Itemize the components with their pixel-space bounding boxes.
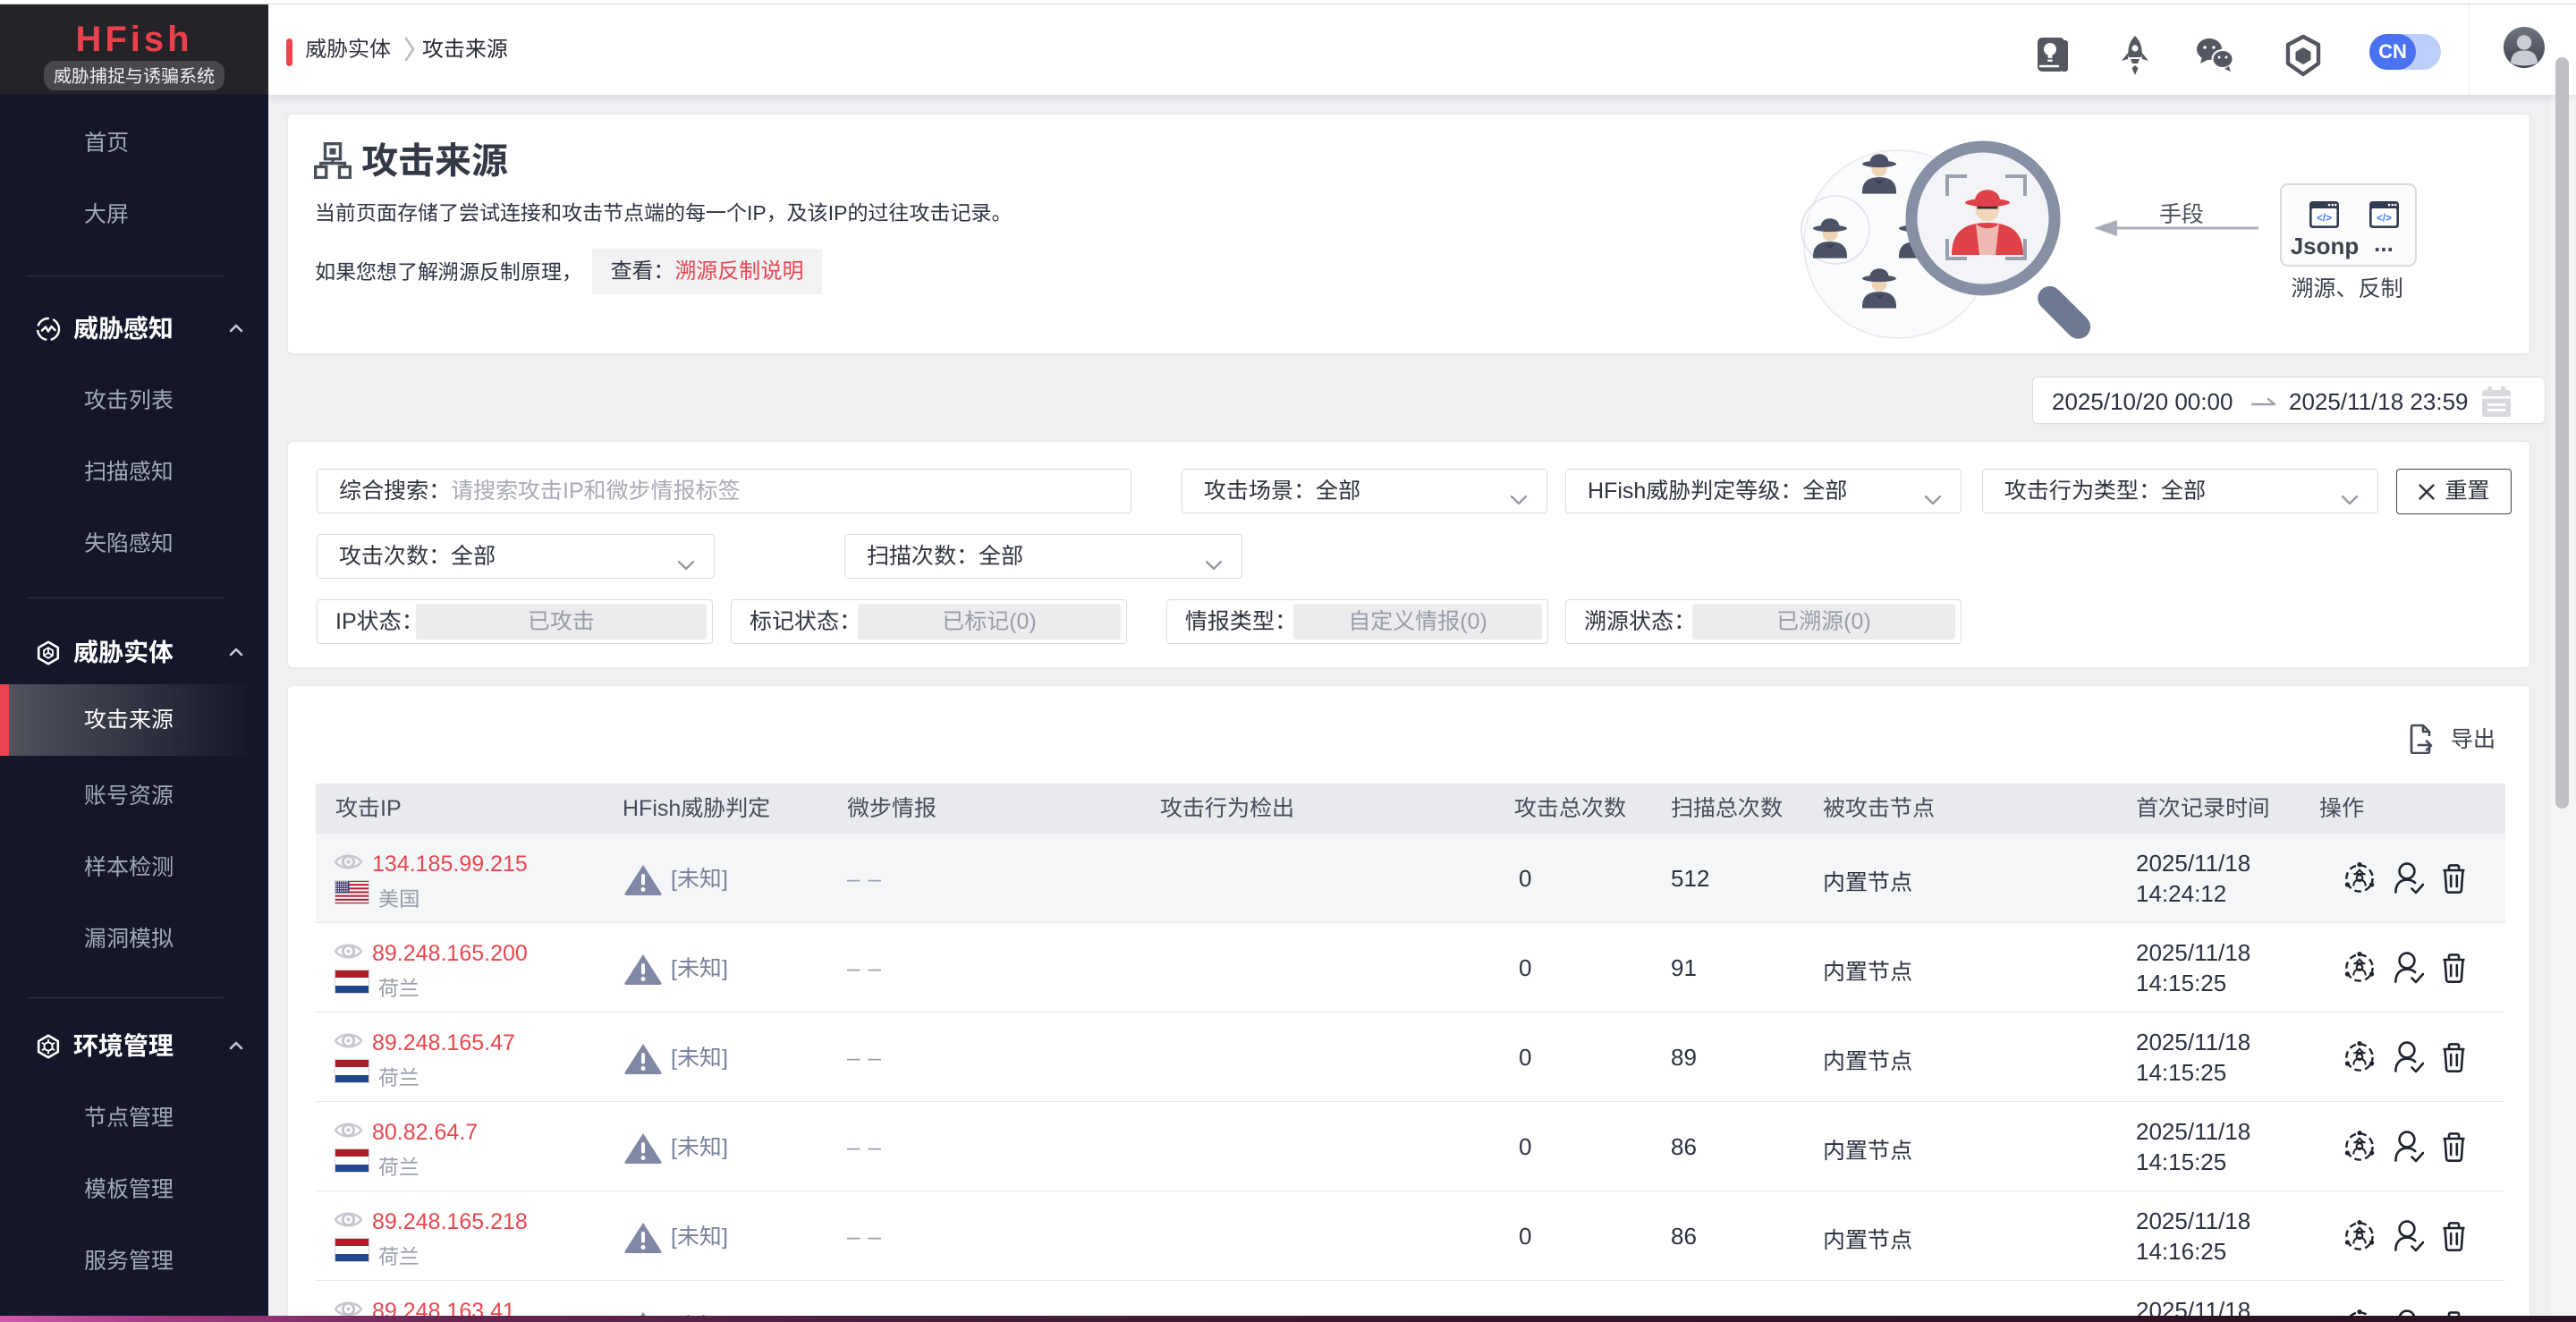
svg-text:</>: </> — [2377, 214, 2392, 225]
svg-text:溯源、反制: 溯源、反制 — [2291, 276, 2402, 301]
svg-text:...: ... — [2374, 230, 2394, 257]
svg-text:Jsonp: Jsonp — [2291, 233, 2360, 259]
svg-text:手段: 手段 — [2159, 202, 2204, 227]
svg-text:</>: </> — [2317, 214, 2332, 225]
